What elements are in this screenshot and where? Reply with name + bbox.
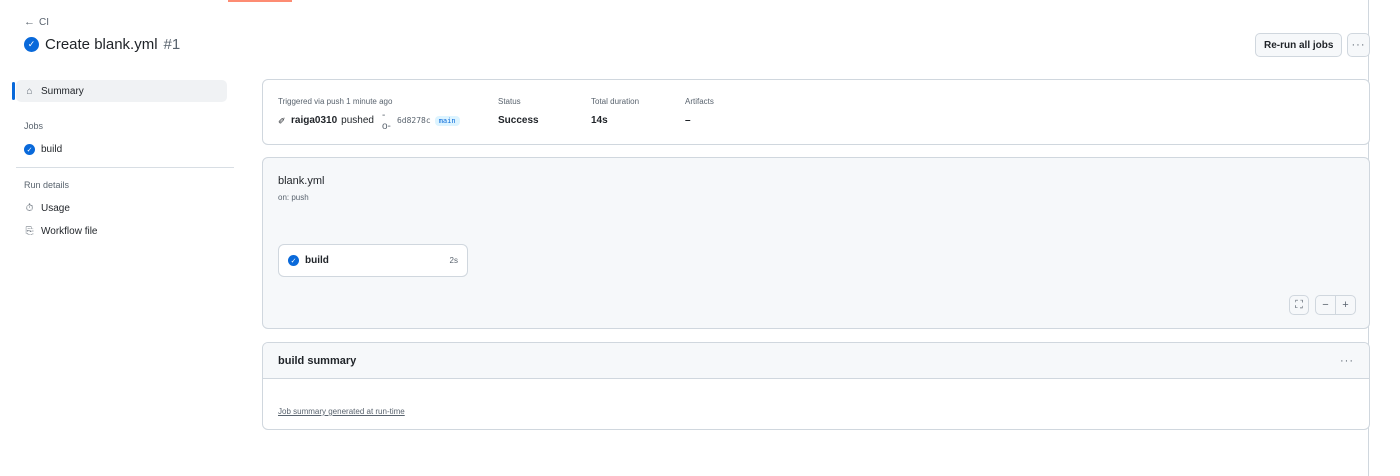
workflow-name: blank.yml xyxy=(278,175,325,187)
active-indicator xyxy=(12,82,15,100)
avatar[interactable]: ✐ xyxy=(278,116,287,126)
run-number: #1 xyxy=(163,36,181,53)
duration-value: 14s xyxy=(591,115,608,126)
sidebar-item-workflow-file[interactable]: ⎘ Workflow file xyxy=(24,226,98,237)
commit-sha-link[interactable]: 6d8278c xyxy=(397,116,431,125)
back-label: CI xyxy=(39,16,49,28)
zoom-in-button[interactable]: + xyxy=(1335,296,1355,314)
sidebar-divider xyxy=(16,167,234,168)
job-card-build[interactable]: ✓ build 2s xyxy=(278,244,468,277)
home-icon: ⌂ xyxy=(26,85,33,97)
trigger-column: Triggered via push 1 minute ago ✐ raiga0… xyxy=(278,97,460,132)
sidebar-item-label: Usage xyxy=(41,203,70,214)
trigger-value: ✐ raiga0310 pushed -o- 6d8278c main xyxy=(278,109,460,132)
run-summary-card: Triggered via push 1 minute ago ✐ raiga0… xyxy=(262,79,1370,145)
check-circle-icon: ✓ xyxy=(24,37,39,52)
rerun-all-jobs-button[interactable]: Re-run all jobs xyxy=(1255,33,1343,57)
trigger-label: Triggered via push 1 minute ago xyxy=(278,97,393,106)
branch-badge[interactable]: main xyxy=(434,115,460,126)
sidebar-item-build[interactable]: ✓ build xyxy=(24,144,62,155)
zoom-controls: − + xyxy=(1315,295,1356,315)
actor-link[interactable]: raiga0310 xyxy=(291,115,337,126)
zoom-out-button[interactable]: − xyxy=(1316,296,1335,314)
job-name: build xyxy=(305,255,329,266)
back-link[interactable]: ← CI xyxy=(24,16,49,28)
sidebar-item-usage[interactable]: ⏱ Usage xyxy=(24,203,70,214)
git-commit-icon: -o- xyxy=(381,109,391,132)
build-summary-more-button[interactable]: ··· xyxy=(1340,355,1354,367)
workflow-trigger: on: push xyxy=(278,193,309,202)
build-summary-title: build summary xyxy=(278,354,357,367)
run-details-heading: Run details xyxy=(24,180,70,190)
page-title: ✓ Create blank.yml #1 xyxy=(24,36,180,53)
sidebar-item-summary[interactable]: ⌂ Summary xyxy=(16,80,227,102)
more-options-button[interactable]: ··· xyxy=(1347,33,1370,57)
artifacts-column: Artifacts – xyxy=(685,97,714,126)
fullscreen-icon: ⛶ xyxy=(1295,298,1303,311)
duration-label: Total duration xyxy=(591,97,640,106)
run-title: Create blank.yml xyxy=(45,36,158,53)
sidebar-item-label: Summary xyxy=(41,85,84,97)
job-duration: 2s xyxy=(449,256,458,265)
artifacts-label: Artifacts xyxy=(685,97,714,106)
action-text: pushed xyxy=(341,115,374,126)
status-label: Status xyxy=(498,97,521,106)
build-summary-card: build summary ··· Job summary generated … xyxy=(262,342,1370,430)
right-scroll-gutter xyxy=(1368,0,1400,476)
fullscreen-button[interactable]: ⛶ xyxy=(1289,295,1309,315)
arrow-left-icon: ← xyxy=(24,16,35,28)
jobs-heading: Jobs xyxy=(24,121,44,131)
check-circle-icon: ✓ xyxy=(288,255,299,266)
active-tab-underline xyxy=(228,0,292,2)
stopwatch-icon: ⏱ xyxy=(25,203,34,214)
file-code-icon: ⎘ xyxy=(25,226,34,237)
sidebar-item-label: build xyxy=(41,144,63,155)
status-column: Status Success xyxy=(498,97,539,126)
build-summary-header: build summary ··· xyxy=(263,343,1369,379)
workflow-graph: blank.yml on: push ✓ build 2s ⛶ − + xyxy=(262,157,1370,329)
status-value: Success xyxy=(498,115,539,126)
job-summary-text: Job summary generated at run-time xyxy=(278,407,405,416)
artifacts-value: – xyxy=(685,115,691,126)
sidebar-item-label: Workflow file xyxy=(41,226,98,237)
duration-column: Total duration 14s xyxy=(591,97,639,126)
check-circle-icon: ✓ xyxy=(24,144,35,155)
